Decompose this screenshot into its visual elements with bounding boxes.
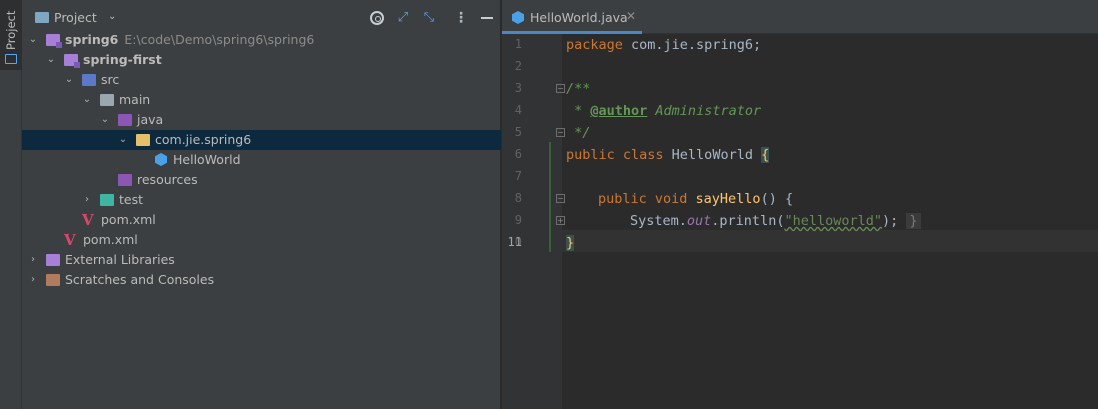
code-line-3: /** (566, 81, 591, 97)
tree-item-scratches[interactable]: › Scratches and Consoles (22, 270, 501, 290)
editor-tab-helloworld[interactable]: HelloWorld.java ✕ (502, 0, 642, 34)
tree-item-helloworld[interactable]: HelloWorld (22, 150, 501, 170)
chevron-right-icon[interactable]: › (27, 250, 39, 270)
line-number: 5 (514, 125, 522, 139)
target-icon (370, 11, 384, 25)
tree-item-spring-first[interactable]: ⌄ spring-first (22, 50, 501, 70)
chevron-down-icon[interactable]: ⌄ (45, 50, 57, 70)
tree-item-label: Scratches and Consoles (65, 272, 215, 287)
code-line-6: public class HelloWorld { (566, 147, 770, 163)
tree-item-label: main (119, 92, 151, 107)
project-window-icon (5, 54, 17, 64)
maven-icon: V (82, 211, 94, 229)
line-number: 7 (514, 169, 522, 183)
editor-tab-bar: HelloWorld.java ✕ (502, 0, 1098, 34)
editor-area: HelloWorld.java ✕ 1 2 3 4 5 6 7 8 9 10 1… (502, 0, 1098, 409)
options-button[interactable]: ⋮ (452, 9, 470, 27)
current-line-highlight (562, 230, 1098, 252)
scratches-icon (46, 274, 60, 286)
java-source-folder-icon (118, 114, 132, 126)
folder-icon (35, 12, 49, 23)
expand-icon: ⤢ (397, 10, 409, 25)
project-tool-tab[interactable]: Project (0, 0, 22, 70)
libraries-icon (46, 254, 60, 266)
collapse-icon: ⤡ (423, 10, 435, 25)
tree-item-external-libraries[interactable]: › External Libraries (22, 250, 501, 270)
project-tree: ⌄ spring6 E:\code\Demo\spring6\spring6 ⌄ … (22, 30, 501, 290)
line-number: 9 (514, 213, 522, 227)
hide-panel-button[interactable] (478, 9, 496, 27)
line-number: 2 (514, 59, 522, 73)
project-view-selector[interactable]: Project (54, 10, 97, 25)
package-icon (136, 134, 150, 146)
code-line-8: public void sayHello() { (598, 191, 794, 207)
tree-item-label: HelloWorld (173, 152, 241, 167)
tree-item-label: test (119, 192, 144, 207)
current-line-number: 11 (507, 235, 522, 249)
tree-item-spring6[interactable]: ⌄ spring6 E:\code\Demo\spring6\spring6 (22, 30, 501, 50)
chevron-down-icon[interactable]: ⌄ (117, 130, 129, 150)
chevron-right-icon[interactable]: › (27, 270, 39, 290)
tree-item-pom-module[interactable]: V pom.xml (22, 210, 501, 230)
maven-icon: V (64, 231, 76, 249)
line-number: 3 (514, 81, 522, 95)
source-folder-icon (82, 74, 96, 86)
tree-item-src[interactable]: ⌄ src (22, 70, 501, 90)
folder-icon (100, 94, 114, 106)
tree-item-label: spring-first (83, 52, 162, 67)
tree-item-main[interactable]: ⌄ main (22, 90, 501, 110)
tree-item-label: src (101, 72, 120, 87)
collapse-all-button[interactable]: ⤡ (420, 9, 438, 27)
chevron-down-icon[interactable]: ⌄ (99, 110, 111, 130)
line-number: 6 (514, 147, 522, 161)
tree-item-label: java (137, 112, 164, 127)
code-line-5: */ (566, 125, 591, 141)
code-line-9: System.out.println("helloworld"); } (630, 210, 921, 232)
line-number: 8 (514, 191, 522, 205)
tree-item-label: resources (137, 172, 198, 187)
code-line-1: package com.jie.spring6; (566, 37, 762, 53)
tree-item-label: External Libraries (65, 252, 175, 267)
code-editor[interactable]: package com.jie.spring6; /** * @author A… (549, 34, 1098, 409)
editor-tab-label: HelloWorld.java (530, 10, 628, 25)
locate-file-button[interactable] (368, 9, 386, 27)
resources-folder-icon (118, 174, 132, 186)
test-folder-icon (100, 194, 114, 206)
module-icon (64, 54, 80, 68)
tree-item-label: spring6 (65, 32, 119, 47)
tree-item-package[interactable]: ⌄ com.jie.spring6 (22, 130, 501, 150)
line-number: 1 (514, 37, 522, 51)
scope-indicator (549, 142, 551, 252)
class-icon (512, 11, 524, 24)
tree-item-label: pom.xml (101, 212, 156, 227)
project-panel: Project ⌄ ⤢ ⤡ ⋮ ⌄ spring6 E:\code\Demo\sp… (22, 0, 501, 409)
more-vertical-icon: ⋮ (454, 10, 468, 26)
chevron-right-icon[interactable]: › (81, 190, 93, 210)
tree-item-label: pom.xml (83, 232, 138, 247)
class-icon (155, 153, 167, 166)
project-tool-tab-label: Project (4, 10, 18, 50)
code-line-4: * @author Administrator (566, 103, 762, 119)
tree-item-java[interactable]: ⌄ java (22, 110, 501, 130)
chevron-down-icon[interactable]: ⌄ (63, 70, 75, 90)
tree-item-pom-root[interactable]: V pom.xml (22, 230, 501, 250)
module-path: E:\code\Demo\spring6\spring6 (124, 32, 315, 47)
tree-item-test[interactable]: › test (22, 190, 501, 210)
line-number: 4 (514, 103, 522, 117)
chevron-down-icon[interactable]: ⌄ (108, 11, 116, 22)
chevron-down-icon[interactable]: ⌄ (81, 90, 93, 110)
tree-item-resources[interactable]: resources (22, 170, 501, 190)
module-icon (46, 34, 62, 48)
folded-code-marker[interactable]: } (906, 213, 921, 229)
code-line-11: } (566, 235, 575, 251)
tool-window-strip: Project (0, 0, 22, 409)
line-number-gutter: 1 2 3 4 5 6 7 8 9 10 11 − − − + (502, 34, 565, 409)
expand-all-button[interactable]: ⤢ (394, 9, 412, 27)
tree-item-label: com.jie.spring6 (155, 132, 252, 147)
minimize-icon (481, 17, 493, 19)
close-icon[interactable]: ✕ (626, 9, 636, 23)
chevron-down-icon[interactable]: ⌄ (27, 30, 39, 50)
